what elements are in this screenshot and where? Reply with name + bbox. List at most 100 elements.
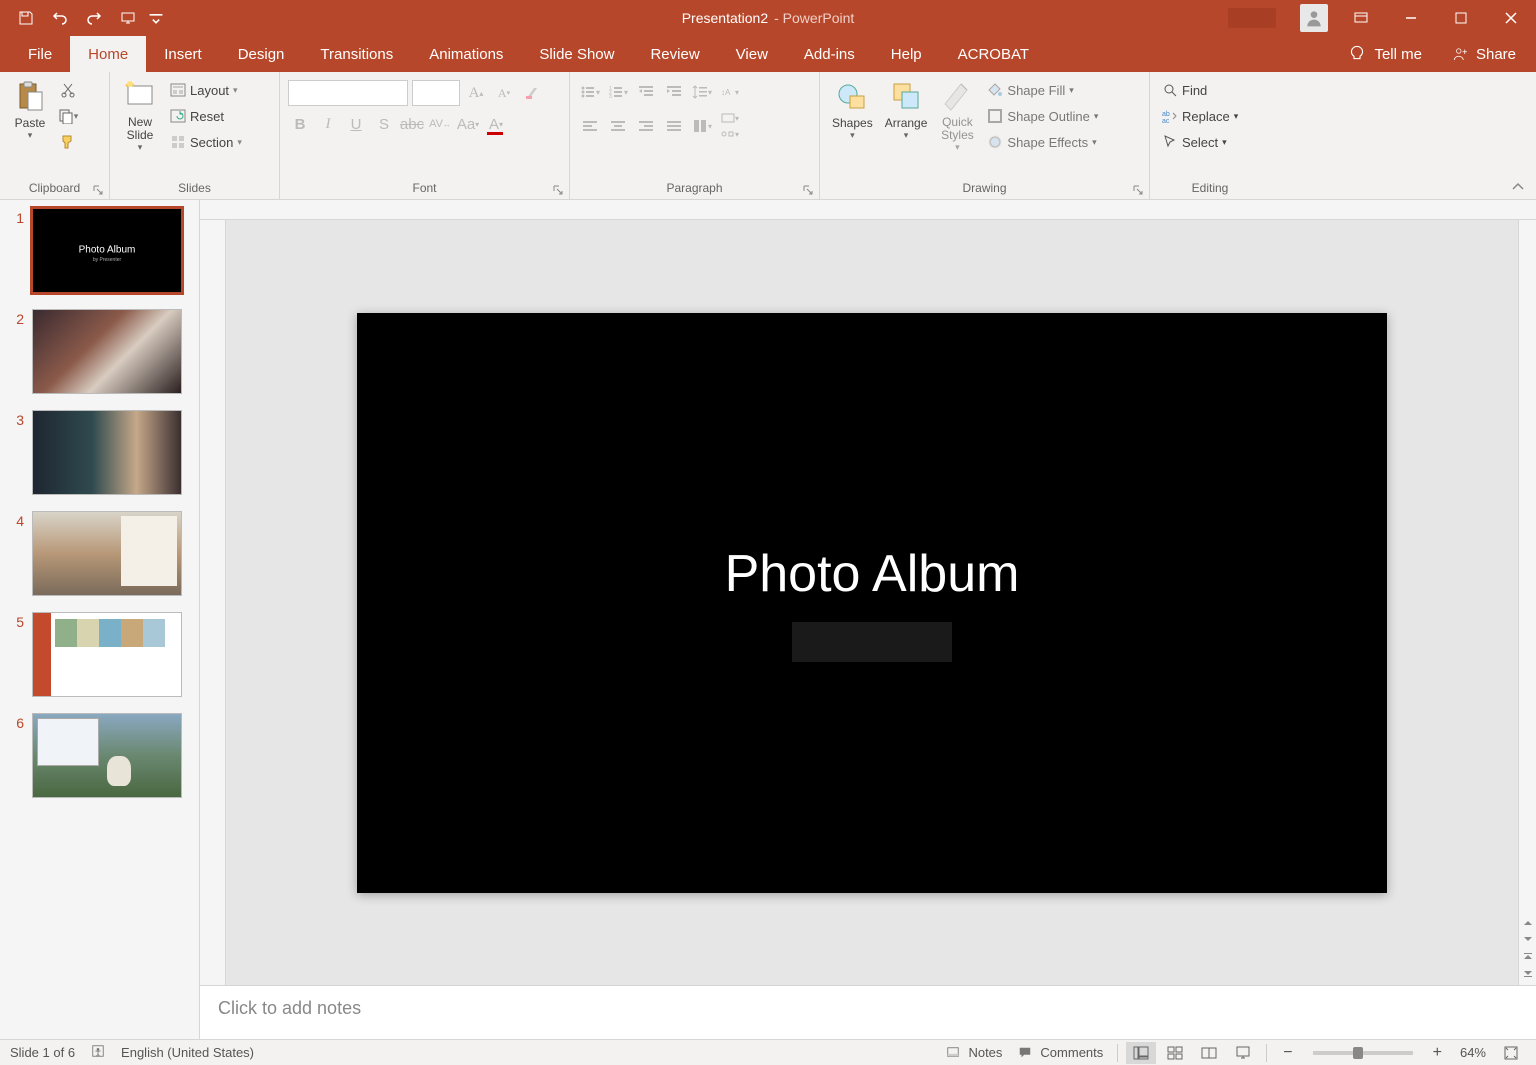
italic-icon[interactable]: I [316,112,340,136]
account-avatar[interactable] [1300,4,1328,32]
tab-transitions[interactable]: Transitions [302,36,411,72]
align-left-icon[interactable] [578,114,602,138]
horizontal-ruler[interactable] [200,200,1536,220]
zoom-in-icon[interactable]: + [1425,1042,1450,1064]
tab-animations[interactable]: Animations [411,36,521,72]
save-icon[interactable] [12,4,40,32]
underline-icon[interactable]: U [344,112,368,136]
format-painter-icon[interactable] [56,130,80,154]
tab-insert[interactable]: Insert [146,36,220,72]
ribbon-display-options-icon[interactable] [1336,0,1386,36]
slide-thumbnail-5[interactable] [32,612,182,697]
slide-thumbnail-3[interactable] [32,410,182,495]
fit-to-window-icon[interactable] [1496,1042,1526,1064]
bullets-icon[interactable]: ▾ [578,80,602,104]
font-color-icon[interactable]: A▾ [484,112,508,136]
slide-canvas[interactable]: Photo Album [357,313,1387,893]
tab-addins[interactable]: Add-ins [786,36,873,72]
numbering-icon[interactable]: 123▾ [606,80,630,104]
shadow-icon[interactable]: S [372,112,396,136]
collapse-ribbon-icon[interactable] [1508,179,1528,195]
bold-icon[interactable]: B [288,112,312,136]
shape-fill-button[interactable]: Shape Fill▾ [983,78,1102,102]
slide-thumbnail-2[interactable] [32,309,182,394]
redo-icon[interactable] [80,4,108,32]
slide-subtitle-placeholder[interactable] [792,622,952,662]
slide-title-text[interactable]: Photo Album [725,544,1020,604]
minimize-icon[interactable] [1386,0,1436,36]
normal-view-icon[interactable] [1126,1042,1156,1064]
thumbnail-row[interactable]: 1 Photo Album by Presenter [4,208,195,293]
drawing-dialog-launcher-icon[interactable] [1131,183,1145,197]
scroll-up-icon[interactable] [1522,917,1534,929]
comments-toggle[interactable]: Comments [1012,1042,1109,1064]
zoom-level[interactable]: 64% [1460,1045,1486,1060]
arrange-button[interactable]: Arrange▾ [881,76,932,143]
slide-thumbnail-4[interactable] [32,511,182,596]
line-spacing-icon[interactable]: ▾ [690,80,714,104]
smartart-icon[interactable]: ▾ [718,126,742,142]
font-size-input[interactable] [412,80,460,106]
strikethrough-icon[interactable]: abc [400,112,424,136]
zoom-out-icon[interactable]: − [1275,1042,1300,1064]
find-button[interactable]: Find [1158,78,1211,102]
tab-acrobat[interactable]: ACROBAT [940,36,1047,72]
new-slide-button[interactable]: NewSlide ▾ [118,76,162,155]
tab-slideshow[interactable]: Slide Show [521,36,632,72]
prev-slide-icon[interactable] [1522,951,1534,963]
accessibility-icon[interactable] [91,1044,105,1061]
clipboard-dialog-launcher-icon[interactable] [91,183,105,197]
paste-button[interactable]: Paste ▾ [8,76,52,143]
tab-help[interactable]: Help [873,36,940,72]
columns-icon[interactable]: ▾ [690,114,714,138]
character-spacing-icon[interactable]: AV↔ [428,112,452,136]
increase-font-icon[interactable]: A▴ [464,81,488,105]
tell-me-search[interactable]: Tell me [1348,45,1422,63]
thumbnail-row[interactable]: 5 [4,612,195,697]
tab-design[interactable]: Design [220,36,303,72]
next-slide-icon[interactable] [1522,967,1534,979]
thumbnail-row[interactable]: 4 [4,511,195,596]
clear-formatting-icon[interactable] [520,81,544,105]
thumbnail-row[interactable]: 3 [4,410,195,495]
vertical-ruler[interactable] [200,220,226,985]
slide-thumbnail-panel[interactable]: 1 Photo Album by Presenter 2 3 4 5 6 [0,200,200,1039]
shape-effects-button[interactable]: Shape Effects▾ [983,130,1102,154]
customize-qat-icon[interactable] [148,4,164,32]
notes-toggle[interactable]: Notes [940,1042,1008,1064]
paragraph-dialog-launcher-icon[interactable] [801,183,815,197]
tab-view[interactable]: View [718,36,786,72]
scroll-down-icon[interactable] [1522,933,1534,945]
replace-button[interactable]: abacReplace▾ [1158,104,1242,128]
slide-thumbnail-1[interactable]: Photo Album by Presenter [32,208,182,293]
align-center-icon[interactable] [606,114,630,138]
slide-sorter-view-icon[interactable] [1160,1042,1190,1064]
reading-view-icon[interactable] [1194,1042,1224,1064]
align-text-icon[interactable]: ▾ [718,110,742,126]
tab-review[interactable]: Review [632,36,717,72]
quick-styles-button[interactable]: QuickStyles▾ [935,76,979,155]
tab-home[interactable]: Home [70,36,146,72]
share-button[interactable]: Share [1452,45,1516,63]
font-dialog-launcher-icon[interactable] [551,183,565,197]
cut-icon[interactable] [56,78,80,102]
thumbnail-row[interactable]: 6 [4,713,195,798]
tab-file[interactable]: File [10,36,70,72]
reset-button[interactable]: Reset [166,104,246,128]
shapes-button[interactable]: Shapes▾ [828,76,877,143]
justify-icon[interactable] [662,114,686,138]
slideshow-view-icon[interactable] [1228,1042,1258,1064]
section-button[interactable]: Section▾ [166,130,246,154]
canvas-viewport[interactable]: Photo Album [226,220,1518,985]
slide-counter[interactable]: Slide 1 of 6 [10,1045,75,1060]
change-case-icon[interactable]: Aa▾ [456,112,480,136]
language-indicator[interactable]: English (United States) [121,1045,254,1060]
layout-button[interactable]: Layout▾ [166,78,246,102]
shape-outline-button[interactable]: Shape Outline▾ [983,104,1102,128]
close-icon[interactable] [1486,0,1536,36]
decrease-font-icon[interactable]: A▾ [492,81,516,105]
select-button[interactable]: Select▾ [1158,130,1231,154]
zoom-slider[interactable] [1313,1051,1413,1055]
undo-icon[interactable] [46,4,74,32]
font-name-input[interactable] [288,80,408,106]
